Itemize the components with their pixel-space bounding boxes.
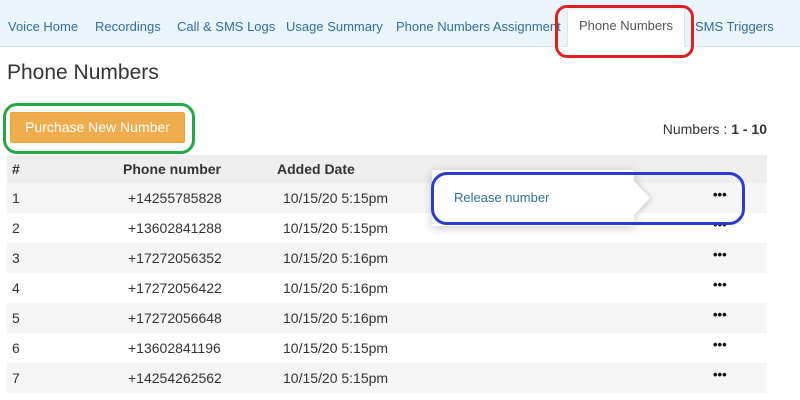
row-phone: +13602841196 <box>128 340 221 356</box>
page: Voice Home Recordings Call & SMS Logs Us… <box>0 0 800 400</box>
more-options-icon[interactable]: ••• <box>713 337 727 352</box>
row-date: 10/15/20 5:16pm <box>283 280 389 296</box>
header-phone-number: Phone number <box>123 161 222 177</box>
table-header: # Phone number Added Date <box>7 155 767 183</box>
table-row: 3 +17272056352 10/15/20 5:16pm ••• <box>7 243 767 273</box>
row-number: 2 <box>12 220 20 236</box>
page-title: Phone Numbers <box>7 61 159 84</box>
more-options-icon[interactable]: ••• <box>713 247 727 262</box>
table-row: 4 +17272056422 10/15/20 5:16pm ••• <box>7 273 767 303</box>
tab-call-sms-logs[interactable]: Call & SMS Logs <box>177 19 275 34</box>
row-number: 1 <box>12 190 20 206</box>
release-number-menu-item[interactable]: Release number <box>454 190 549 205</box>
table-row: 6 +13602841196 10/15/20 5:15pm ••• <box>7 333 767 363</box>
tab-phone-numbers-assignment[interactable]: Phone Numbers Assignment <box>396 19 561 34</box>
table-row: 7 +14254262562 10/15/20 5:15pm ••• <box>7 363 767 393</box>
more-options-icon[interactable]: ••• <box>713 187 727 202</box>
row-number: 3 <box>12 250 20 266</box>
row-phone: +17272056422 <box>128 280 222 296</box>
table-row: 1 +14255785828 10/15/20 5:15pm ••• <box>7 183 767 213</box>
row-date: 10/15/20 5:15pm <box>283 370 389 386</box>
tab-recordings[interactable]: Recordings <box>95 19 161 34</box>
more-options-icon[interactable]: ••• <box>713 277 727 292</box>
numbers-count: Numbers : 1 - 10 <box>663 121 767 137</box>
header-number: # <box>12 161 20 177</box>
more-options-icon[interactable]: ••• <box>713 367 727 382</box>
row-date: 10/15/20 5:16pm <box>283 310 389 326</box>
row-date: 10/15/20 5:16pm <box>283 250 389 266</box>
more-options-icon[interactable]: ••• <box>713 307 727 322</box>
tab-sms-triggers[interactable]: SMS Triggers <box>695 19 774 34</box>
numbers-count-prefix: Numbers : <box>662 121 732 137</box>
row-phone: +14254262562 <box>128 370 222 386</box>
phone-numbers-table: # Phone number Added Date 1 +14255785828… <box>7 155 767 393</box>
row-number: 4 <box>12 280 20 296</box>
more-options-icon[interactable]: ••• <box>713 217 727 232</box>
row-date: 10/15/20 5:15pm <box>283 190 389 206</box>
row-phone: +14255785828 <box>128 190 222 206</box>
row-number: 5 <box>12 310 20 326</box>
dropdown-arrow <box>634 181 650 215</box>
row-number: 6 <box>12 340 20 356</box>
row-phone: +17272056648 <box>128 310 222 326</box>
tab-voice-home[interactable]: Voice Home <box>8 19 78 34</box>
tab-phone-numbers[interactable]: Phone Numbers <box>567 10 685 47</box>
row-number: 7 <box>12 370 20 386</box>
purchase-new-number-button[interactable]: Purchase New Number <box>10 112 185 143</box>
row-phone: +13602841288 <box>128 220 222 236</box>
table-row: 5 +17272056648 10/15/20 5:16pm ••• <box>7 303 767 333</box>
row-date: 10/15/20 5:15pm <box>283 340 389 356</box>
tab-usage-summary[interactable]: Usage Summary <box>286 19 383 34</box>
header-added-date: Added Date <box>277 161 355 177</box>
row-phone: +17272056352 <box>128 250 222 266</box>
tab-bar: Voice Home Recordings Call & SMS Logs Us… <box>0 0 800 47</box>
numbers-count-range: 1 - 10 <box>731 121 767 137</box>
row-actions-dropdown: Release number <box>432 170 634 226</box>
row-date: 10/15/20 5:15pm <box>283 220 389 236</box>
table-row: 2 +13602841288 10/15/20 5:15pm ••• <box>7 213 767 243</box>
